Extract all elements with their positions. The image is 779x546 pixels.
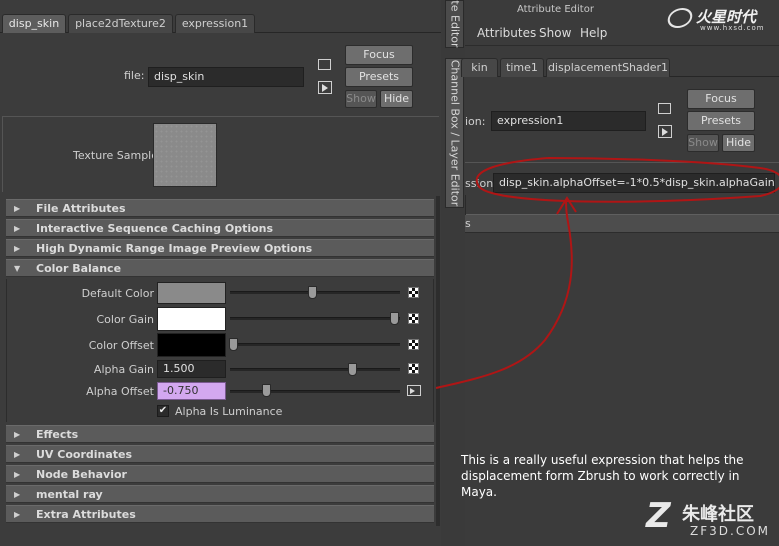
annotation-overlay — [435, 157, 779, 389]
annotation-ellipse — [475, 157, 779, 203]
annotation-arrow-line — [435, 199, 573, 389]
